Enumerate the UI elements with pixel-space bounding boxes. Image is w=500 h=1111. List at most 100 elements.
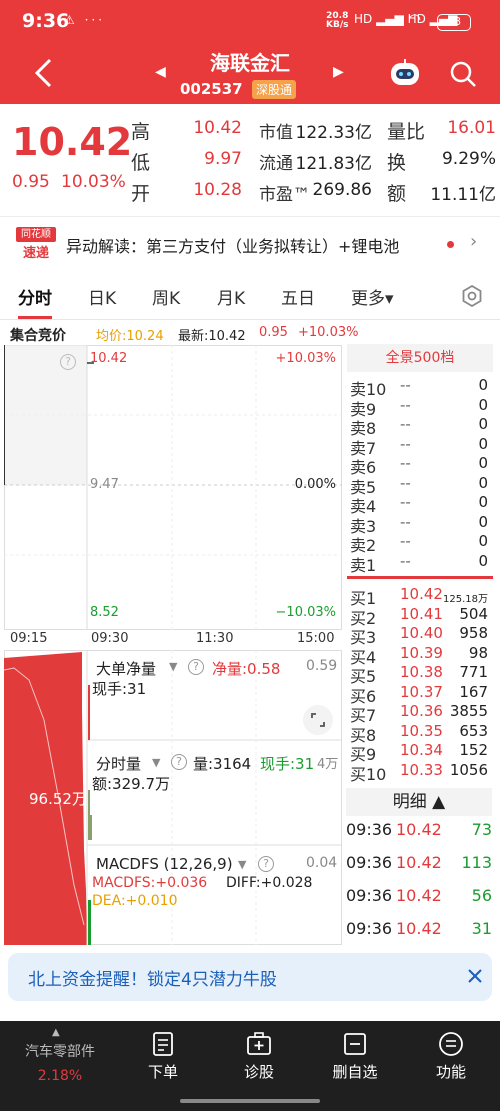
bid-row[interactable]: 买1 10.42 125.18万 xyxy=(350,585,496,608)
dropdown-icon[interactable]: ▼ xyxy=(152,756,160,769)
battery-icon: 68 xyxy=(437,14,471,31)
volume-qty: 量:3164 xyxy=(193,755,252,773)
volume-amount: 额:329.7万 xyxy=(92,775,170,793)
caret-up-icon: ▲ xyxy=(52,1027,60,1038)
order-book-title[interactable]: 全景500档 xyxy=(347,344,493,372)
diagnose-button[interactable]: 诊股 xyxy=(224,1031,294,1082)
bid-row[interactable]: 买4 10.39 98 xyxy=(350,644,496,667)
bid-row[interactable]: 买3 10.40 958 xyxy=(350,624,496,647)
remove-watchlist-button[interactable]: 删自选 xyxy=(320,1031,390,1082)
intraday-chart[interactable]: 10.42 +10.03% 9.47 0.00% 8.52 −10.03% ? xyxy=(4,345,342,630)
chart-bottom-price: 8.52 xyxy=(90,605,119,620)
time-tick: 15:00 xyxy=(297,631,335,646)
tick-volume: 73 xyxy=(471,820,492,839)
tab-daily-k[interactable]: 日K xyxy=(88,284,116,309)
ask-row[interactable]: 卖9 -- 0 xyxy=(350,395,496,419)
bid-row[interactable]: 买8 10.35 653 xyxy=(350,722,496,745)
tab-intraday[interactable]: 分时 xyxy=(18,284,52,309)
expand-icon xyxy=(311,713,325,727)
tab-monthly-k[interactable]: 月K xyxy=(217,284,245,309)
auction-volume: 96.52万 xyxy=(29,790,87,808)
robot-assistant-button[interactable] xyxy=(388,58,422,88)
settings-button[interactable] xyxy=(460,284,484,308)
ask-row[interactable]: 卖5 -- 0 xyxy=(350,473,496,497)
status-bar: 9:36 ⚠ ··· 20.8 KB/s HD ▂▄▆ HD ▂▄▆ ◠ 68 xyxy=(0,0,500,44)
tick-price: 10.42 xyxy=(396,853,442,872)
tick-volume: 56 xyxy=(471,886,492,905)
trade-detail-header[interactable]: 明细 ▲ xyxy=(346,788,492,816)
bid-row[interactable]: 买6 10.37 167 xyxy=(350,682,496,706)
next-stock-icon[interactable]: ▶ xyxy=(333,64,344,80)
dea-value: DEA:+0.010 xyxy=(92,893,178,909)
status-time: 9:36 xyxy=(22,10,70,32)
home-indicator[interactable] xyxy=(180,1099,320,1103)
bid-volume: 771 xyxy=(459,663,488,681)
macd-title[interactable]: MACDFS (12,26,9) xyxy=(96,855,233,873)
bid-row[interactable]: 买7 10.36 3855 xyxy=(350,702,496,725)
ask-row[interactable]: 卖10 -- 0 xyxy=(350,376,496,399)
ask-row[interactable]: 卖7 -- 0 xyxy=(350,435,496,458)
ask-row[interactable]: 卖4 -- 0 xyxy=(350,493,496,516)
dropdown-icon[interactable]: ▼ xyxy=(169,660,177,673)
tab-weekly-k[interactable]: 周K xyxy=(152,284,180,309)
promo-banner[interactable]: 北上资金提醒！锁定4只潜力牛股 xyxy=(8,953,492,1001)
tab-five-day[interactable]: 五日 xyxy=(281,284,315,309)
news-strip[interactable]: 同花顺 速递 异动解读：第三方支付（业务拟转让）+锂电池 › xyxy=(0,216,500,270)
notification-icons: ⚠ ··· xyxy=(64,13,106,27)
dropdown-icon[interactable]: ▼ xyxy=(238,858,246,871)
bid-volume: 3855 xyxy=(449,702,488,720)
promo-text[interactable]: 北上资金提醒！锁定4只潜力牛股 xyxy=(28,965,277,990)
bid-row[interactable]: 买5 10.38 771 xyxy=(350,663,496,686)
search-button[interactable] xyxy=(449,60,477,88)
chevron-right-icon[interactable]: › xyxy=(470,231,477,252)
amount-value: 11.11亿 xyxy=(430,185,496,205)
bottom-nav: ▲ 汽车零部件 2.18% 下单 诊股 删自选 功能 xyxy=(0,1021,500,1111)
volume-title[interactable]: 分时量 xyxy=(96,753,141,774)
ask-row[interactable]: 卖3 -- 0 xyxy=(350,513,496,536)
tab-more[interactable]: 更多▾ xyxy=(351,284,394,309)
function-label: 功能 xyxy=(435,1063,466,1081)
news-text[interactable]: 异动解读：第三方支付（业务拟转让）+锂电池 xyxy=(66,233,436,257)
ask-price: -- xyxy=(400,532,411,550)
time-tick: 09:30 xyxy=(91,631,129,646)
ask-row[interactable]: 卖6 -- 0 xyxy=(350,454,496,477)
minus-box-icon xyxy=(344,1033,366,1055)
ask-volume: 0 xyxy=(478,473,488,492)
mktcap-label: 市值 xyxy=(259,123,293,143)
big-order-title[interactable]: 大单净量 xyxy=(96,658,156,679)
close-button[interactable] xyxy=(464,965,486,987)
fullscreen-button[interactable] xyxy=(303,705,333,735)
ask-row[interactable]: 卖2 -- 0 xyxy=(350,532,496,555)
order-button[interactable]: 下单 xyxy=(128,1031,198,1082)
back-button[interactable] xyxy=(30,56,58,90)
ask-level: 卖1 xyxy=(350,555,377,575)
bid-volume: 504 xyxy=(459,604,488,623)
prev-stock-icon[interactable]: ◀ xyxy=(155,64,166,80)
ask-volume: 0 xyxy=(478,454,488,472)
order-label: 下单 xyxy=(147,1063,178,1081)
amount-label: 额 xyxy=(387,183,407,205)
sector-name[interactable]: 汽车零部件 xyxy=(12,1041,108,1061)
bid-row[interactable]: 买10 10.33 1056 xyxy=(350,761,496,784)
help-icon[interactable]: ? xyxy=(60,354,76,370)
bid-price: 10.38 xyxy=(400,663,443,681)
ask-volume: 0 xyxy=(478,551,488,570)
bid-row[interactable]: 买9 10.34 152 xyxy=(350,741,496,764)
bid-volume: 167 xyxy=(459,682,488,701)
bid-row[interactable]: 买2 10.41 504 xyxy=(350,604,496,628)
open-label: 开 xyxy=(131,183,151,205)
volratio-label: 量比 xyxy=(387,121,426,143)
price-change-pct: 10.03% xyxy=(61,172,126,192)
ask-row[interactable]: 卖1 -- 0 xyxy=(350,551,496,575)
help-icon[interactable]: ? xyxy=(188,659,204,675)
function-button[interactable]: 功能 xyxy=(416,1031,486,1082)
ask-price: -- xyxy=(400,551,411,570)
help-icon[interactable]: ? xyxy=(258,856,274,872)
ask-volume: 0 xyxy=(478,395,488,414)
order-book[interactable]: 全景500档 卖10 -- 0 卖9 -- 0 卖8 -- 0 卖7 -- 0 卖6 -- 0 卖5 -- 0 卖4… xyxy=(343,344,500,784)
ask-row[interactable]: 卖8 -- 0 xyxy=(350,415,496,438)
ask-price: -- xyxy=(400,395,411,414)
market-badge[interactable]: 深股通 xyxy=(252,80,297,99)
indicator-panels[interactable]: 大单净量 ▼ ? 净量:0.58 0.59 现手:31 分时量 ▼ ? 量:31… xyxy=(4,650,342,945)
help-icon[interactable]: ? xyxy=(171,754,187,770)
